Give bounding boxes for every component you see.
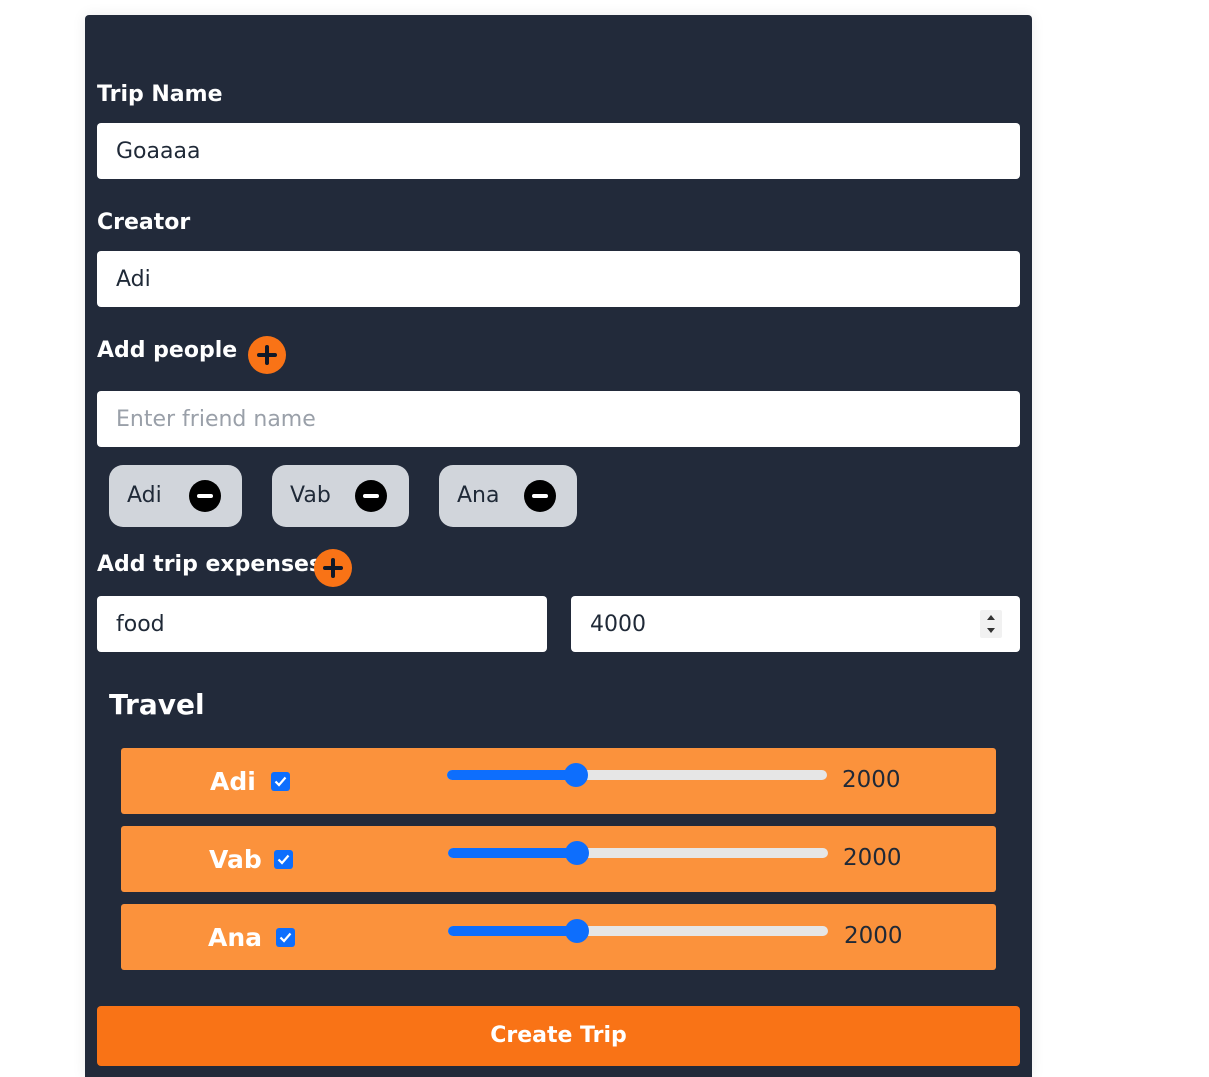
travel-row: Vab 2000 — [121, 826, 996, 892]
share-slider[interactable] — [448, 841, 828, 865]
trip-name-input[interactable] — [97, 123, 1020, 179]
expense-amount-wrapper — [571, 596, 1020, 652]
share-slider-thumb[interactable] — [565, 919, 590, 943]
person-chip-label: Adi — [127, 483, 162, 508]
create-trip-button[interactable]: Create Trip — [97, 1006, 1020, 1066]
add-people-label: Add people — [97, 338, 238, 363]
checkmark-icon — [279, 932, 292, 943]
number-stepper-icon[interactable] — [980, 610, 1002, 638]
add-person-button[interactable] — [248, 336, 286, 374]
share-slider[interactable] — [448, 919, 828, 943]
remove-person-button[interactable] — [524, 480, 556, 512]
minus-icon — [197, 494, 213, 498]
minus-icon — [532, 494, 548, 498]
person-chip-vab: Vab — [272, 465, 409, 527]
travel-row: Ana 2000 — [121, 904, 996, 970]
share-slider-fill — [448, 926, 578, 936]
add-expenses-label: Add trip expenses — [97, 552, 323, 577]
travel-row: Adi 2000 — [121, 748, 996, 814]
travel-row-name: Ana — [208, 923, 263, 952]
checkmark-icon — [277, 854, 290, 865]
share-slider-fill — [447, 770, 577, 780]
share-amount: 2000 — [844, 923, 903, 949]
creator-input[interactable] — [97, 251, 1020, 307]
person-chip-label: Ana — [457, 483, 500, 508]
travel-row-name: Vab — [209, 845, 262, 874]
share-slider-thumb[interactable] — [565, 841, 590, 865]
person-chip-adi: Adi — [109, 465, 242, 527]
creator-label: Creator — [97, 210, 191, 235]
friend-name-input[interactable] — [97, 391, 1020, 447]
remove-person-button[interactable] — [189, 480, 221, 512]
expense-amount-input[interactable] — [571, 596, 1020, 652]
include-person-checkbox[interactable] — [276, 928, 295, 947]
include-person-checkbox[interactable] — [271, 772, 290, 791]
share-amount: 2000 — [843, 845, 902, 871]
minus-icon — [363, 494, 379, 498]
add-expense-button[interactable] — [314, 549, 352, 587]
share-slider-fill — [448, 848, 578, 858]
person-chip-ana: Ana — [439, 465, 577, 527]
share-slider-thumb[interactable] — [564, 763, 589, 787]
travel-row-name: Adi — [210, 767, 256, 796]
trip-name-label: Trip Name — [97, 82, 223, 107]
share-slider[interactable] — [447, 763, 827, 787]
share-amount: 2000 — [842, 767, 901, 793]
remove-person-button[interactable] — [355, 480, 387, 512]
include-person-checkbox[interactable] — [274, 850, 293, 869]
trip-form-card: Trip Name Creator Add people Adi Vab Ana… — [85, 15, 1032, 1077]
expense-name-input[interactable] — [97, 596, 547, 652]
travel-section-title: Travel — [109, 688, 205, 721]
checkmark-icon — [274, 776, 287, 787]
person-chip-label: Vab — [290, 483, 331, 508]
